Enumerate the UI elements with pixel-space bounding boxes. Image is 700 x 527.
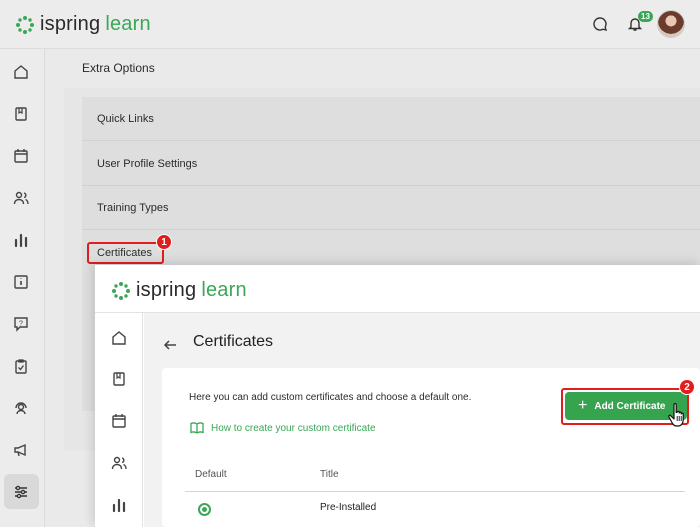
info-icon: [14, 275, 28, 289]
sidebar-item-help[interactable]: ?: [10, 313, 32, 335]
avatar[interactable]: [657, 10, 685, 38]
clipboard-icon: [15, 359, 27, 374]
calendar-icon: [14, 149, 28, 163]
settings-icon: [15, 485, 27, 499]
users-icon: [111, 456, 127, 470]
notification-badge: 13: [638, 11, 653, 22]
help-link-text: How to create your custom certificate: [211, 422, 376, 434]
chart-icon: [112, 498, 126, 513]
help-link[interactable]: How to create your custom certificate: [190, 422, 376, 434]
open-book-icon: [190, 422, 204, 434]
window-sidebar-home[interactable]: [108, 327, 130, 349]
description-text: Here you can add custom certificates and…: [189, 392, 472, 403]
chat-button[interactable]: [586, 10, 614, 38]
arrow-left-icon: [163, 340, 176, 350]
window-header: ispring learn: [95, 265, 700, 313]
sidebar-item-assignments[interactable]: [10, 355, 32, 377]
chat-icon: [593, 17, 607, 31]
menu-item-user-profile-settings[interactable]: User Profile Settings: [82, 142, 700, 186]
window-sidebar-calendar[interactable]: [108, 410, 130, 432]
svg-text:?: ?: [19, 321, 23, 328]
window-sidebar-reports[interactable]: [108, 494, 130, 516]
brand-logo[interactable]: ispring learn: [15, 13, 151, 36]
sidebar-item-home[interactable]: [10, 61, 32, 83]
section-title: Extra Options: [82, 61, 155, 75]
sidebar-item-support[interactable]: [10, 397, 32, 419]
sidebar-item-settings[interactable]: [10, 481, 32, 503]
callout-number-2: 2: [679, 379, 695, 395]
column-header-title[interactable]: Title: [320, 469, 339, 480]
back-button[interactable]: [161, 336, 179, 354]
callout-number-1: 1: [156, 234, 172, 250]
sidebar-item-calendar[interactable]: [10, 145, 32, 167]
logo-icon: [16, 15, 34, 34]
radio-dot: [202, 507, 207, 512]
menu-item-quick-links[interactable]: Quick Links: [82, 97, 700, 141]
menu-item-training-types[interactable]: Training Types: [82, 186, 700, 230]
book-icon: [113, 372, 125, 386]
window-brand-logo[interactable]: ispring learn: [111, 279, 247, 302]
sidebar-item-info[interactable]: [10, 271, 32, 293]
calendar-icon: [112, 414, 126, 428]
chart-icon: [14, 233, 28, 248]
column-header-default[interactable]: Default: [195, 469, 227, 480]
sidebar-item-news[interactable]: [10, 439, 32, 461]
table-row-title[interactable]: Pre-Installed: [320, 502, 376, 513]
brand-word-1: ispring: [136, 279, 197, 301]
megaphone-icon: [14, 443, 26, 457]
support-icon: [15, 402, 27, 415]
window-sidebar-courses[interactable]: [108, 368, 130, 390]
home-icon: [112, 331, 126, 345]
default-radio[interactable]: [198, 503, 211, 516]
callout-box-1: [87, 242, 164, 264]
brand-word-1: ispring: [40, 13, 101, 35]
brand-word-2: learn: [201, 279, 247, 301]
sidebar-item-courses[interactable]: [10, 103, 32, 125]
home-icon: [14, 65, 28, 79]
sidebar-item-users[interactable]: [10, 187, 32, 209]
users-icon: [13, 191, 29, 205]
window-sidebar: [95, 313, 143, 527]
hand-cursor-icon: [668, 403, 684, 427]
sidebar-item-reports[interactable]: [10, 229, 32, 251]
book-icon: [15, 107, 27, 121]
question-icon: ?: [14, 317, 28, 332]
brand-word-2: learn: [105, 13, 151, 35]
logo-icon: [112, 281, 130, 300]
page-title: Certificates: [193, 333, 274, 350]
table-header-divider: [185, 491, 685, 492]
window-sidebar-users[interactable]: [108, 452, 130, 474]
app-header: ispring learn 13: [0, 0, 700, 49]
